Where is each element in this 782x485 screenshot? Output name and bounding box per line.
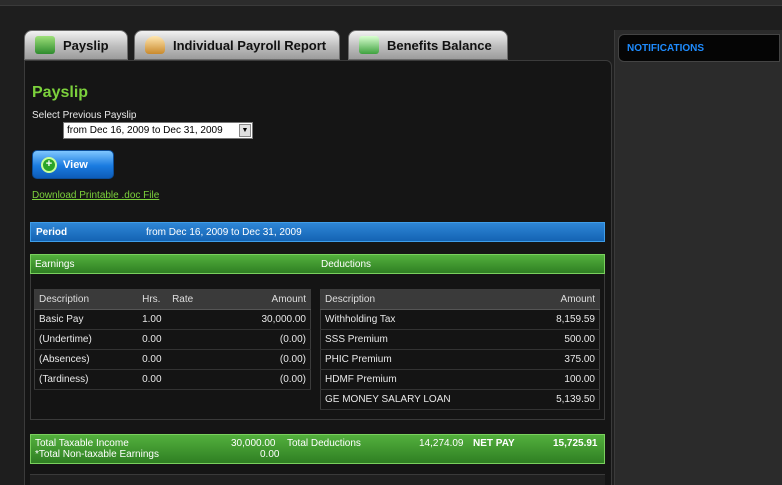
benefits-icon [359, 36, 379, 54]
column-header: Rate [168, 289, 218, 310]
cell-hrs: 0.00 [138, 369, 169, 390]
cell-hrs: 1.00 [138, 309, 169, 330]
column-header: Description [320, 289, 500, 310]
column-header: Hrs. [138, 289, 169, 310]
table-row: (Tardiness) 0.00 (0.00) [34, 369, 311, 390]
table-row: (Absences) 0.00 (0.00) [34, 349, 311, 370]
taxable-income-value: 30,000.00 [231, 438, 276, 449]
cell-hrs: 0.00 [138, 349, 169, 370]
period-bar: Period from Dec 16, 2009 to Dec 31, 2009 [30, 222, 605, 242]
tab-payslip[interactable]: Payslip [24, 30, 128, 60]
cell-amount: (0.00) [217, 329, 311, 350]
cell-rate [168, 309, 218, 330]
table-header-row: Description Amount [320, 289, 600, 310]
table-row: Withholding Tax 8,159.59 [320, 309, 600, 330]
cell-rate [168, 369, 218, 390]
cell-amount: 8,159.59 [499, 309, 600, 330]
cell-description: SSS Premium [320, 329, 500, 350]
cell-description: HDMF Premium [320, 369, 500, 390]
cell-rate [168, 329, 218, 350]
column-header: Amount [217, 289, 311, 310]
cell-description: (Absences) [34, 349, 139, 370]
tab-individual-payroll-report[interactable]: Individual Payroll Report [134, 30, 340, 60]
money-icon [35, 36, 55, 54]
earnings-table: Description Hrs. Rate Amount Basic Pay 1… [34, 289, 311, 390]
notifications-panel [614, 30, 782, 485]
download-doc-link[interactable]: Download Printable .doc File [32, 190, 159, 201]
period-label: Period [36, 227, 68, 238]
table-header-row: Description Hrs. Rate Amount [34, 289, 311, 310]
cell-description: PHIC Premium [320, 349, 500, 370]
cell-amount: (0.00) [217, 369, 311, 390]
table-row: HDMF Premium 100.00 [320, 369, 600, 390]
view-button-label: View [63, 158, 88, 171]
select-value: from Dec 16, 2009 to Dec 31, 2009 [67, 125, 223, 136]
period-value: from Dec 16, 2009 to Dec 31, 2009 [146, 227, 302, 238]
net-pay-value: 15,725.91 [553, 438, 598, 449]
table-row: GE MONEY SALARY LOAN 5,139.50 [320, 389, 600, 410]
tab-label: Individual Payroll Report [173, 37, 327, 53]
tab-benefits-balance[interactable]: Benefits Balance [348, 30, 508, 60]
column-header: Amount [499, 289, 600, 310]
zoom-in-icon: + [41, 156, 57, 173]
deductions-table: Description Amount Withholding Tax 8,159… [320, 289, 600, 410]
tab-label: Benefits Balance [387, 37, 492, 53]
user-report-icon [145, 36, 165, 54]
dropdown-arrow-icon[interactable]: ▼ [239, 124, 251, 137]
totals-bar: Total Taxable Income *Total Non-taxable … [30, 434, 605, 464]
nontaxable-earnings-value: 0.00 [260, 449, 280, 460]
cell-rate [168, 349, 218, 370]
cell-description: Withholding Tax [320, 309, 500, 330]
cell-amount: 500.00 [499, 329, 600, 350]
cell-amount: (0.00) [217, 349, 311, 370]
top-border [0, 0, 782, 6]
next-section-strip [30, 474, 605, 485]
cell-amount: 375.00 [499, 349, 600, 370]
cell-description: GE MONEY SALARY LOAN [320, 389, 500, 410]
cell-description: (Undertime) [34, 329, 139, 350]
taxable-income-label: Total Taxable Income [35, 438, 129, 449]
notifications-header[interactable]: NOTIFICATIONS [618, 34, 780, 62]
cell-description: (Tardiness) [34, 369, 139, 390]
total-deductions-value: 14,274.09 [419, 438, 464, 449]
net-pay-label: NET PAY [473, 438, 515, 449]
payslip-period-select[interactable]: from Dec 16, 2009 to Dec 31, 2009 ▼ [63, 122, 253, 139]
table-row: Basic Pay 1.00 30,000.00 [34, 309, 311, 330]
table-row: PHIC Premium 375.00 [320, 349, 600, 370]
tab-label: Payslip [63, 37, 109, 53]
cell-amount: 100.00 [499, 369, 600, 390]
cell-hrs: 0.00 [138, 329, 169, 350]
column-header: Description [34, 289, 139, 310]
deductions-header: Deductions [321, 259, 372, 270]
table-row: SSS Premium 500.00 [320, 329, 600, 350]
cell-amount: 5,139.50 [499, 389, 600, 410]
select-label: Select Previous Payslip [32, 110, 137, 121]
view-button[interactable]: + View [32, 150, 114, 179]
earnings-deductions-header: Earnings Deductions [30, 254, 605, 274]
cell-amount: 30,000.00 [217, 309, 311, 330]
page-title: Payslip [32, 84, 89, 101]
earnings-header: Earnings [35, 259, 75, 270]
cell-description: Basic Pay [34, 309, 139, 330]
total-deductions-label: Total Deductions [287, 438, 361, 449]
nontaxable-earnings-label: *Total Non-taxable Earnings [35, 449, 159, 460]
table-row: (Undertime) 0.00 (0.00) [34, 329, 311, 350]
